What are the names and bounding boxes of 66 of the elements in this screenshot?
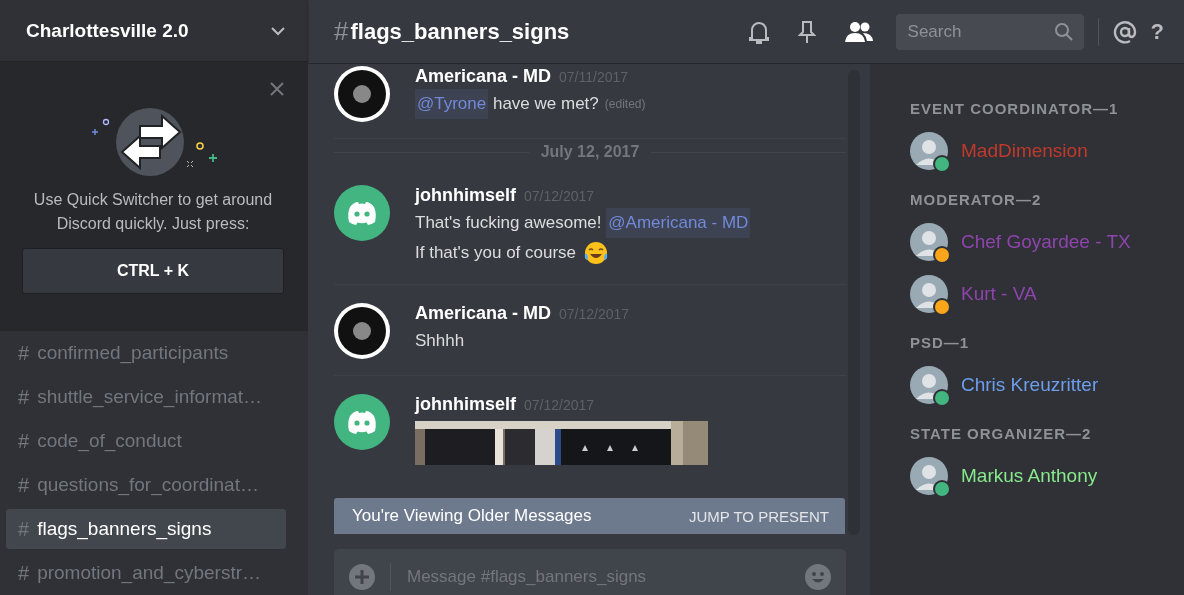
avatar-icon[interactable] <box>910 366 948 404</box>
channel-item[interactable]: # flags_banners_signs <box>6 509 286 549</box>
channel-name[interactable]: flags_banners_signs <box>37 518 212 540</box>
pin-icon[interactable] <box>797 19 816 44</box>
user-mention[interactable]: @Americana - MD <box>606 208 751 238</box>
channel-item[interactable]: # code_of_conduct <box>6 421 286 461</box>
channel-name[interactable]: shuttle_service_informat… <box>37 386 263 408</box>
message-text: That's fucking awesome! <box>415 212 603 234</box>
avatar-icon[interactable] <box>910 275 948 313</box>
role-heading: STATE ORGANIZER—2 <box>910 425 1093 442</box>
message-text: Shhhh <box>415 330 465 352</box>
date-divider: July 12, 2017 <box>540 143 640 161</box>
avatar-icon[interactable] <box>910 132 948 170</box>
help-button[interactable]: ? <box>1150 18 1164 45</box>
member-name[interactable]: Kurt - VA <box>961 283 1037 305</box>
member-name[interactable]: Chef Goyardee - TX <box>961 231 1131 253</box>
shortcut-button[interactable]: CTRL + K <box>22 248 284 295</box>
search-field[interactable]: Search <box>895 13 1084 50</box>
laughing-emoji-icon <box>582 240 609 266</box>
avatar-icon <box>334 185 390 241</box>
role-heading: MODERATOR—2 <box>910 191 1043 208</box>
quick-switcher-hint: Use Quick Switcher to get around Discord quickly. Just press: <box>32 190 274 235</box>
channel-name[interactable]: confirmed_participants <box>37 342 229 364</box>
channel-item[interactable]: # confirmed_participants <box>6 333 286 373</box>
author-name[interactable]: johnhimself <box>415 394 516 415</box>
server-name[interactable]: Charlottesville 2.0 <box>26 19 189 42</box>
avatar-icon <box>334 66 390 122</box>
members-icon[interactable] <box>843 20 874 43</box>
channel-name[interactable]: code_of_conduct <box>37 430 182 452</box>
hash-icon: # <box>18 341 30 365</box>
author-name[interactable]: Americana - MD <box>415 66 552 87</box>
hash-icon: # <box>18 429 30 453</box>
avatar-icon <box>334 394 390 450</box>
avatar-icon[interactable] <box>910 457 948 495</box>
avatar-icon <box>334 303 390 359</box>
channel-title: flags_banners_signs <box>350 18 571 45</box>
search-input[interactable]: Search <box>905 13 1054 50</box>
author-name[interactable]: Americana - MD <box>415 303 552 324</box>
mention-icon[interactable] <box>1112 19 1137 44</box>
channel-item[interactable]: # promotion_and_cyberstr… <box>6 553 286 593</box>
hash-icon: # <box>18 561 30 585</box>
jump-to-present-button[interactable]: JUMP TO PRESENT <box>688 507 829 525</box>
member-name[interactable]: MadDimension <box>961 140 1088 162</box>
hash-icon: # <box>18 517 30 541</box>
close-icon[interactable] <box>270 82 284 97</box>
message-text: have we met? <box>491 93 599 115</box>
hash-icon: # <box>18 385 30 409</box>
author-name[interactable]: johnhimself <box>415 185 516 206</box>
role-heading: EVENT COORDINATOR—1 <box>910 100 1120 117</box>
member-name[interactable]: Markus Anthony <box>961 465 1098 487</box>
member-name[interactable]: Chris Kreuzritter <box>961 374 1099 396</box>
edited-label: (edited) <box>604 96 646 113</box>
search-icon <box>1053 21 1074 42</box>
older-messages-text: You're Viewing Older Messages <box>352 506 592 526</box>
chevron-down-icon[interactable] <box>270 25 286 36</box>
user-mention[interactable]: @Tyrone <box>415 89 489 119</box>
hash-icon: # <box>18 473 30 497</box>
channel-name[interactable]: questions_for_coordinat… <box>37 474 259 496</box>
hash-icon: # <box>334 16 349 47</box>
role-heading: PSD—1 <box>910 334 971 351</box>
message-text: If that's you of course <box>415 242 578 264</box>
channel-name[interactable]: promotion_and_cyberstr… <box>37 562 261 584</box>
channel-item[interactable]: # shuttle_service_informat… <box>6 377 286 417</box>
channel-item[interactable]: # questions_for_coordinat… <box>6 465 286 505</box>
avatar-icon[interactable] <box>910 223 948 261</box>
bell-icon[interactable] <box>747 19 770 44</box>
